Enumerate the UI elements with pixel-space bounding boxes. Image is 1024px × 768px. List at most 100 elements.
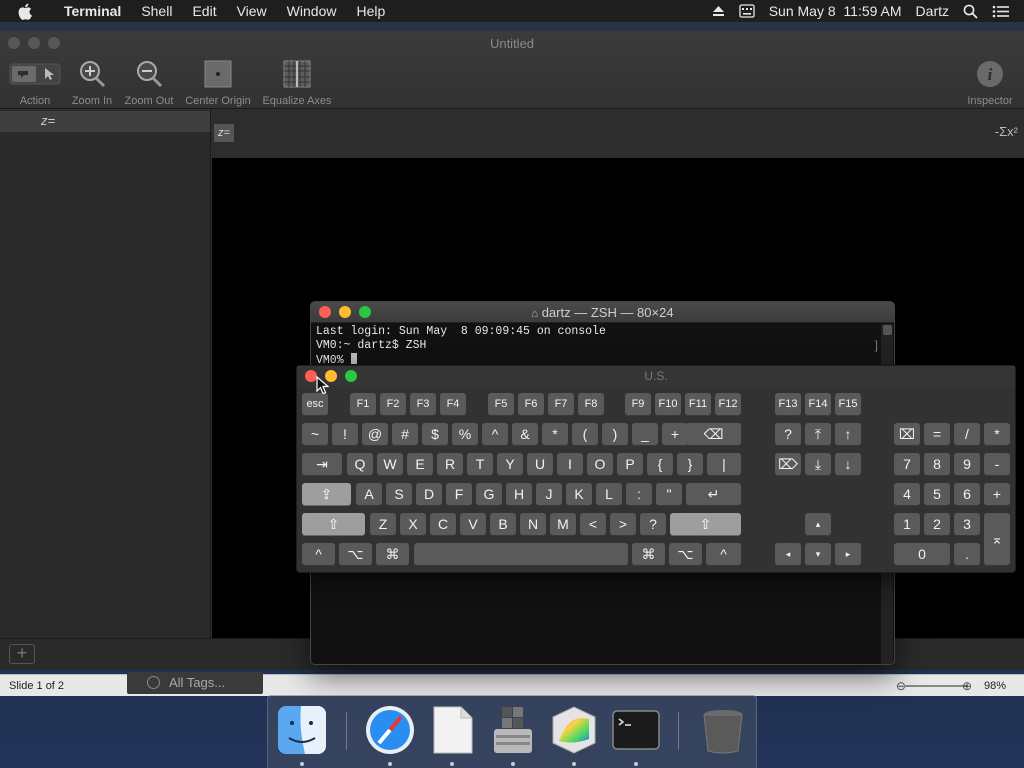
key-letter[interactable]: D: [416, 483, 442, 506]
menu-view[interactable]: View: [227, 0, 277, 22]
key-caps-lock[interactable]: ⇪: [302, 483, 351, 506]
key-letter[interactable]: A: [356, 483, 382, 506]
key-letter[interactable]: O: [587, 453, 613, 476]
key-symbol[interactable]: &: [512, 423, 538, 446]
key-letter[interactable]: Z: [370, 513, 396, 536]
zoom-out-button[interactable]: Zoom Out: [122, 59, 176, 107]
key-numpad[interactable]: ⌧: [894, 423, 920, 446]
zoom-in-small-icon[interactable]: ⊕: [962, 679, 972, 693]
key-f13[interactable]: F13: [775, 393, 801, 416]
key-f9[interactable]: F9: [625, 393, 651, 416]
key-command-right[interactable]: ⌘: [632, 543, 665, 566]
textedit-icon[interactable]: [427, 705, 477, 755]
menu-help[interactable]: Help: [346, 0, 395, 22]
key-delete[interactable]: ⌫: [686, 423, 741, 446]
key-numpad[interactable]: 8: [924, 453, 950, 476]
menu-user[interactable]: Dartz: [916, 3, 949, 19]
key-f12[interactable]: F12: [715, 393, 741, 416]
key-symbol[interactable]: ~: [302, 423, 328, 446]
key-symbol[interactable]: ): [602, 423, 628, 446]
key-letter[interactable]: U: [527, 453, 553, 476]
key-page-down[interactable]: ↓: [835, 453, 861, 476]
menu-edit[interactable]: Edit: [182, 0, 226, 22]
key-symbol[interactable]: #: [392, 423, 418, 446]
key-arrow-right[interactable]: ▸: [835, 543, 861, 566]
key-letter[interactable]: C: [430, 513, 456, 536]
key-numpad-enter[interactable]: ⌅: [984, 513, 1010, 566]
key-numpad[interactable]: 3: [954, 513, 980, 536]
key-f3[interactable]: F3: [410, 393, 436, 416]
key-numpad[interactable]: *: [984, 423, 1010, 446]
key-command-left[interactable]: ⌘: [376, 543, 409, 566]
key-letter[interactable]: Y: [497, 453, 523, 476]
key-numpad[interactable]: =: [924, 423, 950, 446]
key-letter[interactable]: E: [407, 453, 433, 476]
key-symbol[interactable]: (: [572, 423, 598, 446]
key-option-right[interactable]: ⌥: [669, 543, 702, 566]
add-equation-button[interactable]: +: [9, 644, 35, 664]
key-forward-delete[interactable]: ⌦: [775, 453, 801, 476]
key-letter[interactable]: :: [626, 483, 652, 506]
key-f4[interactable]: F4: [440, 393, 466, 416]
key-numpad[interactable]: 6: [954, 483, 980, 506]
key-letter[interactable]: Q: [347, 453, 373, 476]
key-home[interactable]: ⤒: [805, 423, 831, 446]
key-arrow-left[interactable]: ◂: [775, 543, 801, 566]
key-numpad-0[interactable]: 0: [894, 543, 950, 566]
key-tab[interactable]: ⇥: [302, 453, 342, 476]
key-letter[interactable]: P: [617, 453, 643, 476]
key-symbol[interactable]: +: [662, 423, 688, 446]
key-letter[interactable]: <: [580, 513, 606, 536]
zoom-slider[interactable]: [904, 685, 968, 687]
equation-list-item[interactable]: z=: [0, 111, 210, 132]
key-letter[interactable]: V: [460, 513, 486, 536]
key-numpad[interactable]: 2: [924, 513, 950, 536]
key-letter[interactable]: ?: [640, 513, 666, 536]
zoom-level[interactable]: 98%: [984, 680, 1006, 692]
key-letter[interactable]: X: [400, 513, 426, 536]
safari-icon[interactable]: [365, 705, 415, 755]
key-numpad[interactable]: 1: [894, 513, 920, 536]
key-arrow-up[interactable]: ▴: [805, 513, 831, 536]
key-control-right[interactable]: ^: [706, 543, 741, 566]
keyboard-viewer-menu-icon[interactable]: [739, 4, 755, 18]
key-numpad[interactable]: 5: [924, 483, 950, 506]
key-letter[interactable]: J: [536, 483, 562, 506]
spotlight-search-icon[interactable]: [963, 4, 978, 19]
key-option-left[interactable]: ⌥: [339, 543, 372, 566]
key-f11[interactable]: F11: [685, 393, 711, 416]
action-button[interactable]: Action: [8, 59, 62, 107]
key-return[interactable]: ↵: [686, 483, 741, 506]
key-symbol[interactable]: $: [422, 423, 448, 446]
grapher-icon[interactable]: [549, 705, 599, 755]
tags-filter[interactable]: All Tags...: [127, 672, 263, 694]
menu-clock[interactable]: Sun May 8 11:59 AM: [769, 3, 902, 19]
key-numpad[interactable]: +: [984, 483, 1010, 506]
center-origin-button[interactable]: Center Origin: [182, 59, 254, 107]
equalize-axes-button[interactable]: Equalize Axes: [260, 59, 334, 107]
terminal-icon[interactable]: [611, 705, 661, 755]
finder-icon[interactable]: [277, 705, 327, 755]
apple-menu-icon[interactable]: [18, 0, 40, 22]
key-letter[interactable]: H: [506, 483, 532, 506]
key-space[interactable]: [414, 543, 628, 566]
key-letter[interactable]: >: [610, 513, 636, 536]
boot-camp-icon[interactable]: [488, 705, 538, 755]
inspector-button[interactable]: i Inspector: [962, 59, 1018, 107]
zoom-in-button[interactable]: Zoom In: [68, 59, 116, 107]
key-letter[interactable]: B: [490, 513, 516, 536]
key-f7[interactable]: F7: [548, 393, 574, 416]
key-arrow-down[interactable]: ▾: [805, 543, 831, 566]
key-symbol[interactable]: _: [632, 423, 658, 446]
equation-palette-button[interactable]: -Σx²: [995, 124, 1018, 139]
key-letter[interactable]: ": [656, 483, 682, 506]
keyboard-viewer-titlebar[interactable]: U.S.: [297, 366, 1015, 386]
key-letter[interactable]: N: [520, 513, 546, 536]
scrollbar-thumb[interactable]: [883, 325, 892, 335]
key-letter[interactable]: L: [596, 483, 622, 506]
key-letter[interactable]: M: [550, 513, 576, 536]
key-control-left[interactable]: ^: [302, 543, 335, 566]
key-letter[interactable]: I: [557, 453, 583, 476]
key-numpad[interactable]: 7: [894, 453, 920, 476]
key-numpad[interactable]: 4: [894, 483, 920, 506]
